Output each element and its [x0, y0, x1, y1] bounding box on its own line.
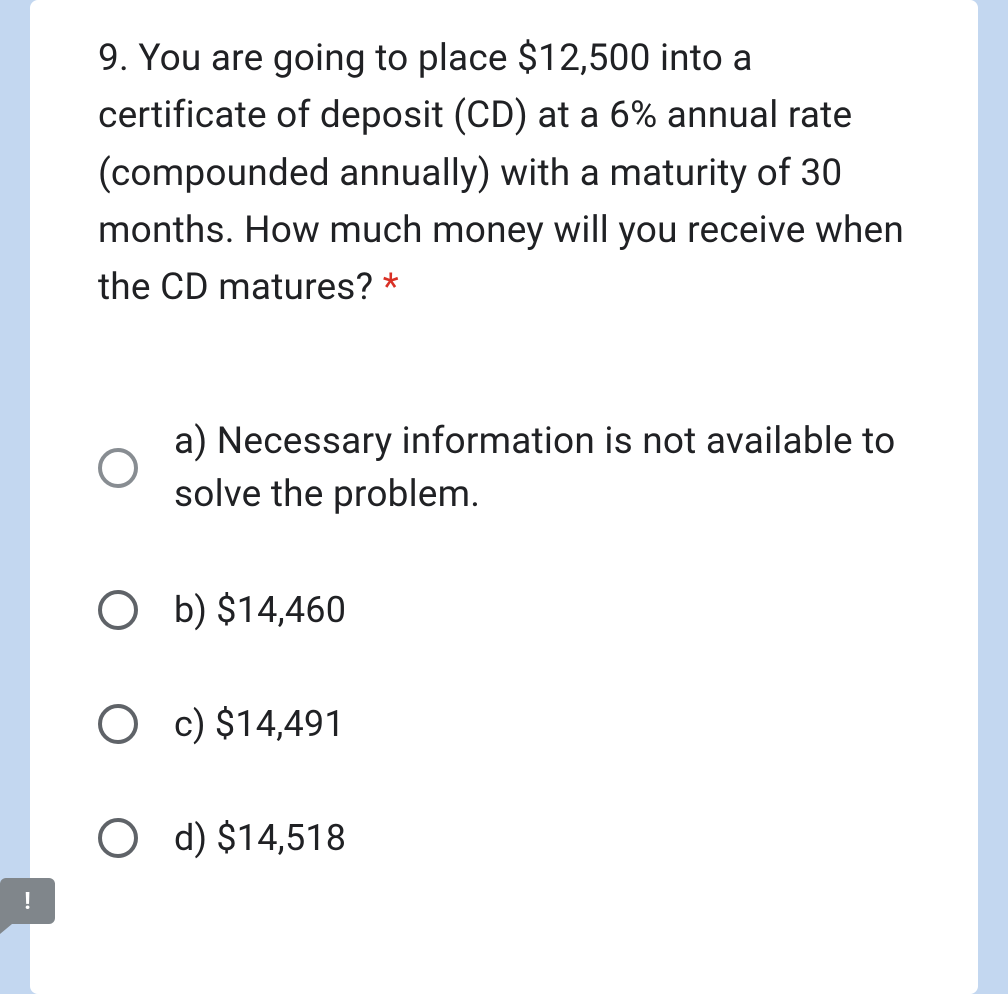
radio-icon[interactable] — [98, 704, 138, 744]
option-a[interactable]: a) Necessary information is not availabl… — [98, 415, 910, 522]
radio-icon[interactable] — [98, 590, 138, 630]
option-label: b) $14,460 — [174, 584, 346, 636]
option-label: a) Necessary information is not availabl… — [174, 415, 910, 522]
question-card: 9. You are going to place $12,500 into a… — [30, 0, 978, 994]
question-body: 9. You are going to place $12,500 into a… — [98, 37, 904, 309]
option-d[interactable]: d) $14,518 — [98, 812, 910, 864]
exclamation-icon: ! — [24, 889, 31, 913]
radio-icon[interactable] — [98, 818, 138, 858]
report-problem-button[interactable]: ! — [0, 878, 55, 924]
options-group: a) Necessary information is not availabl… — [98, 415, 910, 865]
option-label: c) $14,491 — [174, 698, 345, 750]
option-b[interactable]: b) $14,460 — [98, 584, 910, 636]
radio-icon[interactable] — [98, 448, 138, 488]
option-label: d) $14,518 — [174, 812, 346, 864]
question-text: 9. You are going to place $12,500 into a… — [98, 0, 910, 317]
option-c[interactable]: c) $14,491 — [98, 698, 910, 750]
required-asterisk: * — [383, 266, 399, 309]
